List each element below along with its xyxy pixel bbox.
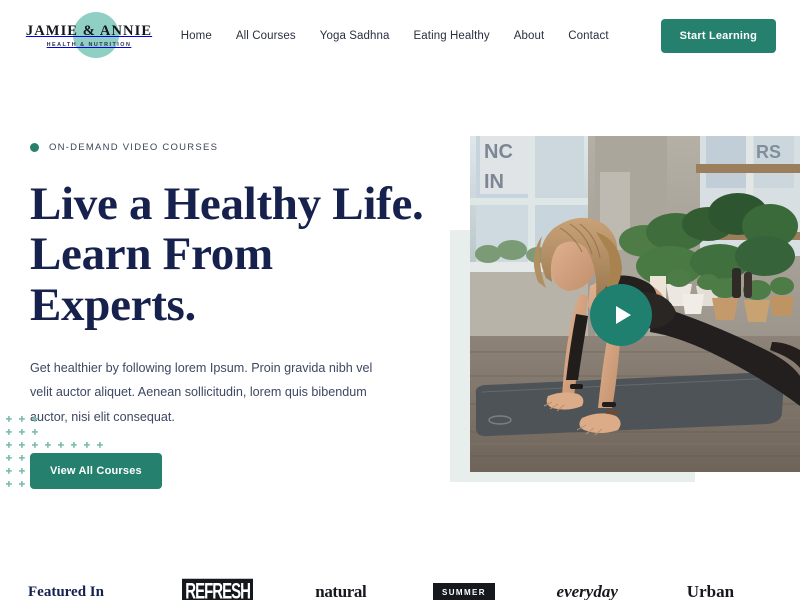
svg-text:RS: RS (756, 142, 781, 162)
featured-logo-refresh-text: REFRESH (182, 578, 253, 600)
nav-item-yoga-sadhna[interactable]: Yoga Sadhna (320, 30, 390, 42)
brand-tagline: HEALTH & NUTRITION (46, 42, 132, 49)
featured-logo-everyday[interactable]: everyday (526, 583, 649, 600)
featured-logo-urban[interactable]: Urban (649, 583, 772, 600)
featured-in-strip: Featured In REFRESH natural SUMMER every… (0, 570, 800, 600)
featured-logo-natural[interactable]: natural (279, 583, 402, 600)
nav-item-about[interactable]: About (514, 30, 545, 42)
featured-in-label: Featured In (28, 584, 104, 600)
brand-logo[interactable]: JAMIE & ANNIE HEALTH & NUTRITION (24, 8, 154, 64)
start-learning-button[interactable]: Start Learning (660, 19, 776, 53)
play-icon (616, 306, 631, 324)
nav-item-home[interactable]: Home (181, 30, 212, 42)
hero-cta-row: View All Courses (30, 453, 430, 490)
featured-logo-summer-text: SUMMER (433, 583, 495, 600)
hero-eyebrow-label: ON-DEMAND VIDEO COURSES (49, 142, 219, 153)
play-video-button[interactable] (590, 284, 652, 346)
main-nav: Home All Courses Yoga Sadhna Eating Heal… (181, 19, 776, 53)
nav-item-contact[interactable]: Contact (568, 30, 608, 42)
bullet-dot-icon (30, 143, 39, 152)
view-all-courses-button[interactable]: View All Courses (30, 453, 162, 490)
hero-title: Live a Healthy Life. Learn From Experts. (30, 178, 424, 331)
nav-item-all-courses[interactable]: All Courses (236, 30, 296, 42)
brand-name: JAMIE & ANNIE (25, 22, 153, 39)
featured-logo-urban-text: Urban (686, 582, 735, 600)
hero-eyebrow: ON-DEMAND VIDEO COURSES (30, 142, 430, 153)
featured-logo-everyday-text: everyday (556, 582, 618, 600)
featured-logo-refresh[interactable]: REFRESH (156, 578, 279, 600)
svg-text:IN: IN (484, 171, 504, 193)
featured-logo-natural-text: natural (315, 582, 367, 600)
nav-item-eating-healthy[interactable]: Eating Healthy (414, 30, 490, 42)
featured-logo-summer[interactable]: SUMMER (402, 583, 525, 600)
svg-text:NC: NC (484, 141, 513, 163)
site-header: JAMIE & ANNIE HEALTH & NUTRITION Home Al… (0, 0, 800, 72)
